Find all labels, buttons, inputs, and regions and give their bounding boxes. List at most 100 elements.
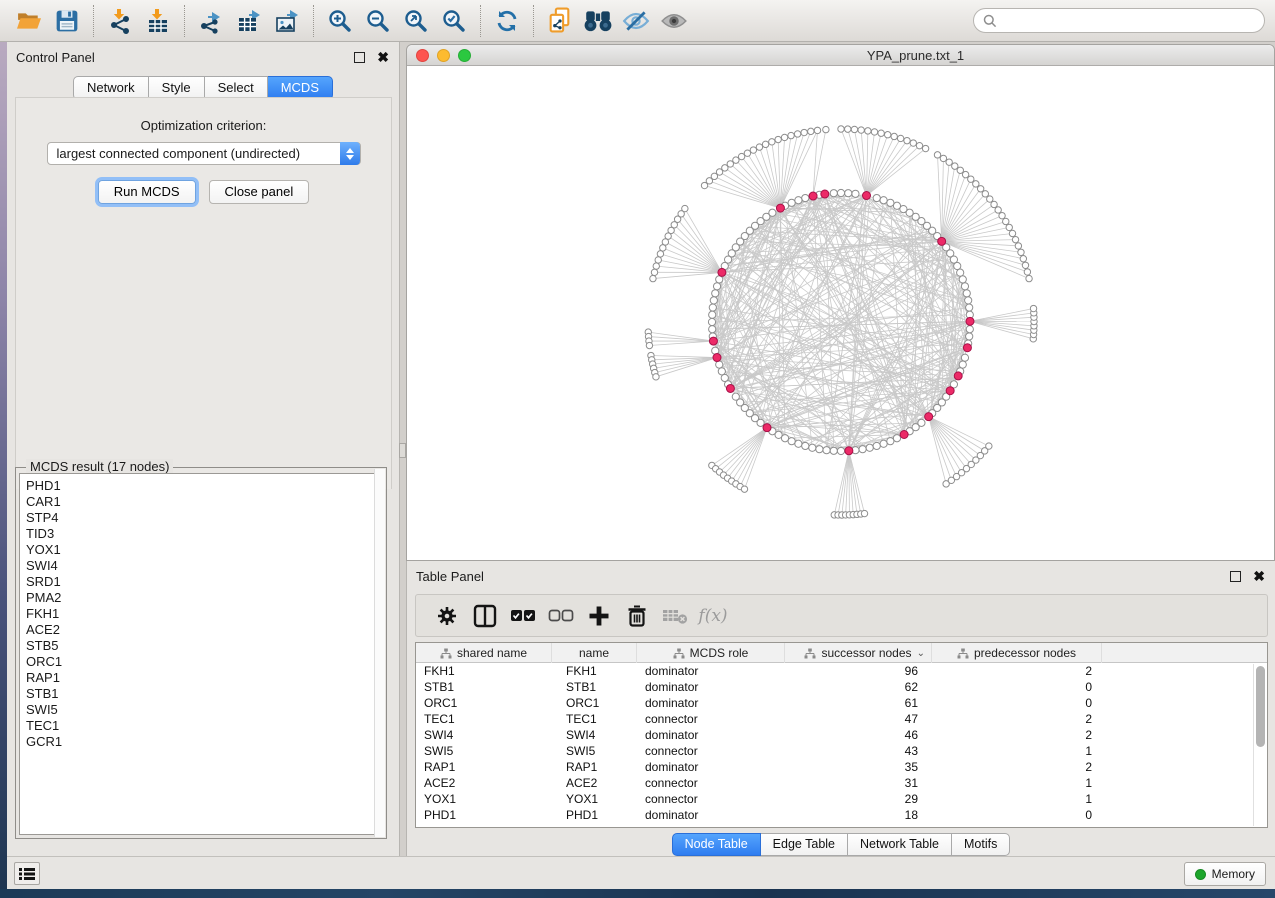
network-satellite-node[interactable] [1009, 230, 1015, 236]
network-node[interactable] [830, 190, 837, 197]
network-node[interactable] [823, 447, 830, 454]
network-satellite-node[interactable] [878, 130, 884, 136]
tab-edge-table[interactable]: Edge Table [761, 833, 848, 856]
network-hub-node[interactable] [900, 430, 908, 438]
tab-node-table[interactable]: Node Table [672, 833, 761, 856]
network-hub-node[interactable] [809, 192, 817, 200]
table-row[interactable]: FKH1FKH1dominator962 [416, 663, 1267, 679]
table-row[interactable]: SWI4SWI4dominator462 [416, 727, 1267, 743]
network-satellite-node[interactable] [741, 486, 747, 492]
network-node[interactable] [873, 194, 880, 201]
table-row[interactable]: PHD1PHD1dominator180 [416, 807, 1267, 823]
list-item[interactable]: TID3 [26, 526, 382, 542]
network-satellite-node[interactable] [653, 263, 659, 269]
network-satellite-node[interactable] [977, 186, 983, 192]
tab-motifs[interactable]: Motifs [952, 833, 1010, 856]
network-satellite-node[interactable] [808, 128, 814, 134]
network-satellite-node[interactable] [962, 171, 968, 177]
list-item[interactable]: GCR1 [26, 734, 382, 750]
delete-table-icon[interactable] [656, 599, 694, 633]
column-selector-icon[interactable] [466, 599, 504, 633]
network-satellite-node[interactable] [1015, 243, 1021, 249]
network-satellite-node[interactable] [1018, 249, 1024, 255]
network-node[interactable] [781, 435, 788, 442]
network-satellite-node[interactable] [999, 212, 1005, 218]
network-satellite-node[interactable] [1030, 305, 1036, 311]
list-item[interactable]: STP4 [26, 510, 382, 526]
close-panel-button[interactable]: Close panel [209, 180, 310, 204]
close-panel-icon[interactable]: ✖ [377, 52, 389, 63]
select-all-checked-icon[interactable] [504, 599, 542, 633]
network-satellite-node[interactable] [952, 163, 958, 169]
network-node[interactable] [959, 276, 966, 283]
network-satellite-node[interactable] [904, 137, 910, 143]
network-hub-node[interactable] [963, 344, 971, 352]
open-file-icon[interactable] [10, 4, 48, 38]
network-satellite-node[interactable] [657, 251, 663, 257]
network-node[interactable] [757, 419, 764, 426]
network-satellite-node[interactable] [660, 245, 666, 251]
column-header-predecessor-nodes[interactable]: predecessor nodes [932, 643, 1102, 663]
network-node[interactable] [795, 197, 802, 204]
table-row[interactable]: ORC1ORC1dominator610 [416, 695, 1267, 711]
network-satellite-node[interactable] [986, 443, 992, 449]
network-satellite-node[interactable] [655, 257, 661, 263]
copy-style-icon[interactable] [541, 4, 579, 38]
column-header-name[interactable]: name [552, 643, 637, 663]
import-table-icon[interactable] [139, 4, 177, 38]
network-node[interactable] [802, 194, 809, 201]
list-item[interactable]: ACE2 [26, 622, 382, 638]
network-hub-node[interactable] [713, 354, 721, 362]
list-item[interactable]: ORC1 [26, 654, 382, 670]
list-item[interactable]: TEC1 [26, 718, 382, 734]
network-node[interactable] [816, 446, 823, 453]
search-network-binoculars-icon[interactable] [579, 4, 617, 38]
network-satellite-node[interactable] [769, 139, 775, 145]
list-item[interactable]: SWI5 [26, 702, 382, 718]
tab-network-table[interactable]: Network Table [848, 833, 952, 856]
network-hub-node[interactable] [709, 337, 717, 345]
network-node[interactable] [718, 368, 725, 375]
network-satellite-node[interactable] [651, 269, 657, 275]
search-input[interactable] [1002, 14, 1255, 28]
network-node[interactable] [918, 419, 925, 426]
network-node[interactable] [887, 438, 894, 445]
network-satellite-node[interactable] [794, 131, 800, 137]
network-node[interactable] [837, 447, 844, 454]
network-node[interactable] [837, 189, 844, 196]
network-hub-node[interactable] [776, 204, 784, 212]
network-node[interactable] [709, 311, 716, 318]
network-hub-node[interactable] [954, 372, 962, 380]
network-satellite-node[interactable] [861, 510, 867, 516]
network-node[interactable] [712, 290, 719, 297]
network-satellite-node[interactable] [851, 126, 857, 132]
network-satellite-node[interactable] [946, 159, 952, 165]
add-column-icon[interactable] [580, 599, 618, 633]
mcds-result-list[interactable]: PHD1CAR1STP4TID3YOX1SWI4SRD1PMA2FKH1ACE2… [19, 473, 383, 835]
function-builder-icon[interactable]: f(x) [694, 599, 732, 633]
network-hub-node[interactable] [862, 192, 870, 200]
table-row[interactable]: RAP1RAP1dominator352 [416, 759, 1267, 775]
network-satellite-node[interactable] [775, 136, 781, 142]
network-window-titlebar[interactable]: YPA_prune.txt_1 [407, 45, 1274, 66]
network-satellite-node[interactable] [1024, 269, 1030, 275]
run-mcds-button[interactable]: Run MCDS [98, 180, 196, 204]
network-satellite-node[interactable] [916, 142, 922, 148]
network-canvas[interactable] [407, 66, 1274, 560]
close-table-panel-icon[interactable]: ✖ [1253, 571, 1265, 582]
network-node[interactable] [873, 442, 880, 449]
list-item[interactable]: SRD1 [26, 574, 382, 590]
float-panel-icon[interactable] [354, 52, 365, 63]
table-scrollbar[interactable] [1253, 664, 1266, 826]
network-graph[interactable] [407, 66, 1274, 560]
deselect-all-icon[interactable] [542, 599, 580, 633]
eye-icon[interactable] [655, 4, 693, 38]
network-hub-node[interactable] [763, 424, 771, 432]
network-node[interactable] [809, 444, 816, 451]
network-node[interactable] [852, 190, 859, 197]
network-node[interactable] [966, 333, 973, 340]
list-item[interactable]: SWI4 [26, 558, 382, 574]
network-satellite-node[interactable] [884, 132, 890, 138]
list-item[interactable]: FKH1 [26, 606, 382, 622]
network-satellite-node[interactable] [922, 145, 928, 151]
